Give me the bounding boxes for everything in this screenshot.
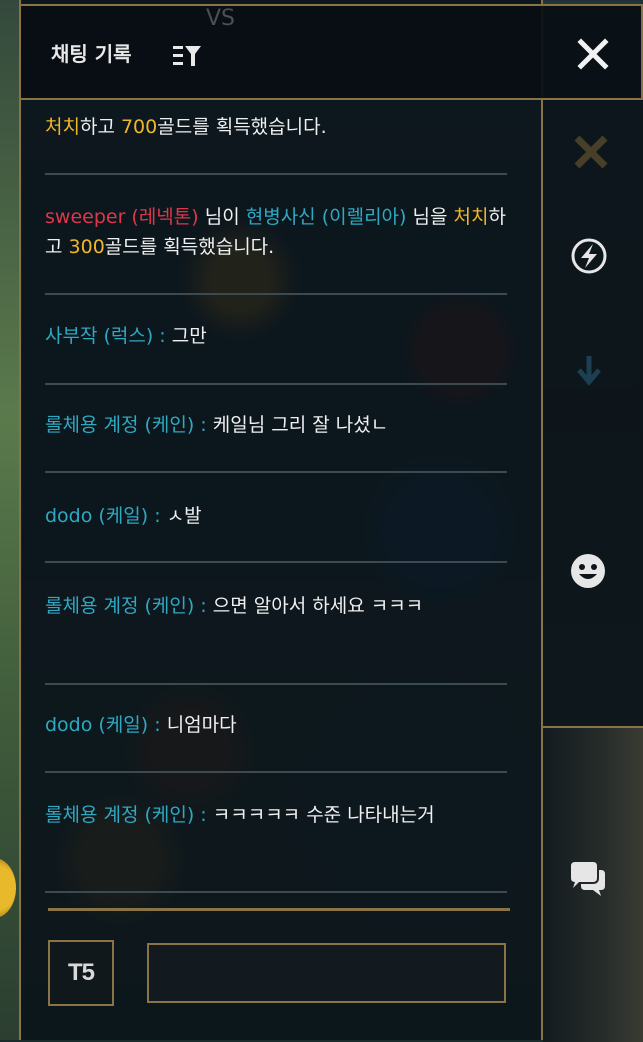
message-text: 그만 — [171, 325, 207, 347]
team-chat-button[interactable]: T5 — [48, 940, 114, 1006]
chat-message: dodo (케일) : ㅅ발 — [45, 501, 507, 531]
player-name: dodo (케일) : — [45, 505, 167, 527]
page-title: 채팅 기록 — [51, 42, 132, 66]
player-name: 현병사신 (이렐리아) — [245, 206, 407, 228]
player-name: 롤체용 계정 (케인) : — [45, 804, 213, 826]
message-text: 니엄마다 — [166, 714, 237, 736]
enemy-name: sweeper (레넥톤) — [45, 206, 199, 228]
highlight-text: 처치 — [453, 206, 489, 228]
chat-log: 처치하고 700골드를 획득했습니다. sweeper (레넥톤) 님이 현병사… — [45, 100, 515, 900]
message-text: ㅋㅋㅋㅋㅋ 수준 나타내는거 — [212, 804, 435, 826]
player-name: 롤체용 계정 (케인) : — [45, 414, 213, 436]
input-divider — [48, 908, 510, 911]
message-text: 골드를 획득했습니다. — [157, 116, 327, 138]
message-text: ㅅ발 — [166, 505, 202, 527]
chat-input[interactable] — [147, 943, 506, 1003]
highlight-text: 300 — [68, 236, 105, 258]
chat-header: VS 채팅 기록 — [19, 4, 643, 100]
chat-tab-area — [543, 726, 643, 1042]
message-divider — [45, 471, 507, 473]
chat-message: 롤체용 계정 (케인) : 으면 알아서 하세요 ㅋㅋㅋ — [45, 591, 465, 621]
header-faint-text: VS — [206, 6, 236, 31]
player-name: dodo (케일) : — [45, 714, 167, 736]
message-text: 으면 알아서 하세요 ㅋㅋㅋ — [212, 595, 424, 617]
arrow-down-icon — [569, 350, 609, 394]
message-text: 님을 — [406, 206, 454, 228]
filter-icon[interactable] — [171, 42, 203, 70]
message-divider — [45, 561, 507, 563]
ping-icon[interactable] — [569, 236, 609, 280]
message-divider — [45, 771, 507, 773]
highlight-text: 700 — [120, 116, 158, 138]
chat-message: 롤체용 계정 (케인) : 케일님 그리 잘 나셨ㄴ — [45, 410, 507, 440]
message-divider — [45, 891, 507, 893]
player-name: 사부작 (럭스) : — [45, 325, 172, 347]
chat-message: 롤체용 계정 (케인) : ㅋㅋㅋㅋㅋ 수준 나타내는거 — [45, 800, 445, 830]
chat-message: 사부작 (럭스) : 그만 — [45, 321, 507, 351]
team-chat-label: T5 — [67, 959, 95, 986]
message-divider — [45, 293, 507, 295]
message-text: 골드를 획득했습니다. — [104, 236, 275, 258]
chat-message: dodo (케일) : 니엄마다 — [45, 710, 507, 740]
player-name: 롤체용 계정 (케인) : — [45, 595, 213, 617]
message-divider — [45, 683, 507, 685]
message-divider — [45, 173, 507, 175]
chat-icon[interactable] — [567, 860, 607, 902]
highlight-text: 처치 — [45, 116, 80, 138]
chat-sidebar — [541, 100, 643, 1042]
emote-icon[interactable] — [569, 552, 607, 594]
close-faint-icon — [569, 130, 613, 178]
chat-message: sweeper (레넥톤) 님이 현병사신 (이렐리아) 님을 처치하고 300… — [45, 202, 507, 262]
message-text: 님이 — [198, 206, 246, 228]
chat-message: 처치하고 700골드를 획득했습니다. — [45, 112, 507, 142]
close-icon[interactable] — [573, 34, 613, 74]
message-text: 하고 — [79, 116, 121, 138]
message-divider — [45, 383, 507, 385]
message-text: 케일님 그리 잘 나셨ㄴ — [212, 414, 389, 436]
